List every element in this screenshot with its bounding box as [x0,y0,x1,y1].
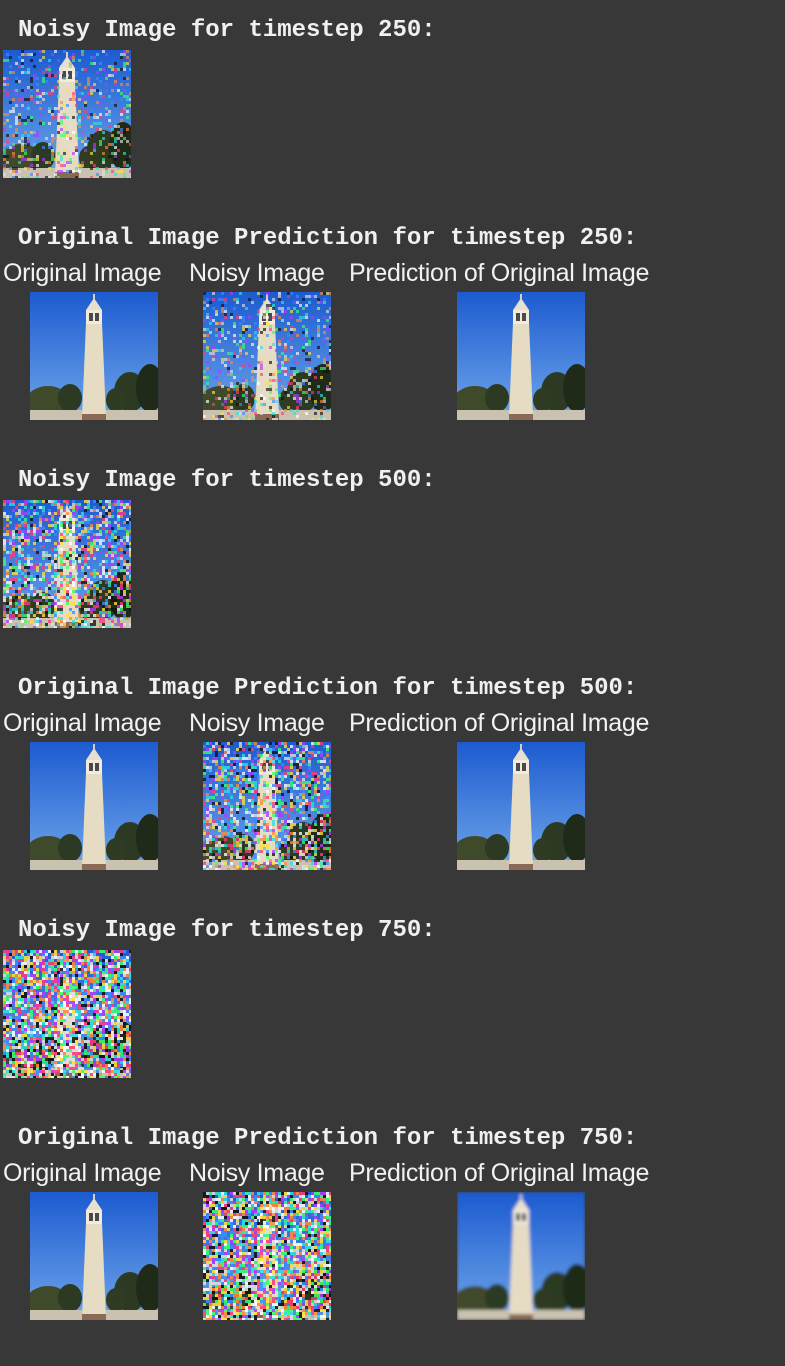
original-image [30,742,158,870]
original-image [30,1192,158,1320]
noisy-image [203,742,331,870]
prediction-image [457,292,585,420]
prediction-image [457,1192,585,1320]
prediction-image [457,742,585,870]
noisy-image [3,500,131,628]
prediction-title: Original Image Prediction for timestep 7… [18,1125,638,1152]
caption-original-image: Original Image [3,1159,162,1187]
prediction-title: Original Image Prediction for timestep 2… [18,225,638,252]
noisy-image [203,1192,331,1320]
caption-original-image: Original Image [3,259,162,287]
caption-noisy-image: Noisy Image [189,259,325,287]
campanile-picture [3,500,131,628]
caption-prediction: Prediction of Original Image [349,259,650,287]
campanile-picture [457,292,585,420]
noisy-image [3,50,131,178]
campanile-picture [457,1192,585,1320]
caption-prediction: Prediction of Original Image [349,709,650,737]
campanile-picture [30,742,158,870]
notebook-output: Noisy Image for timestep 250: Original I… [0,0,785,1366]
noisy-image [3,950,131,1078]
campanile-picture [457,742,585,870]
noisy-image-title: Noisy Image for timestep 500: [18,467,436,494]
campanile-picture [30,1192,158,1320]
campanile-picture [3,950,131,1078]
prediction-title: Original Image Prediction for timestep 5… [18,675,638,702]
caption-noisy-image: Noisy Image [189,1159,325,1187]
noisy-image-title: Noisy Image for timestep 250: [18,17,436,44]
original-image [30,292,158,420]
caption-prediction: Prediction of Original Image [349,1159,650,1187]
caption-noisy-image: Noisy Image [189,709,325,737]
campanile-picture [203,292,331,420]
caption-original-image: Original Image [3,709,162,737]
campanile-picture [3,50,131,178]
campanile-picture [30,292,158,420]
campanile-picture [203,1192,331,1320]
noisy-image-title: Noisy Image for timestep 750: [18,917,436,944]
noisy-image [203,292,331,420]
campanile-picture [203,742,331,870]
